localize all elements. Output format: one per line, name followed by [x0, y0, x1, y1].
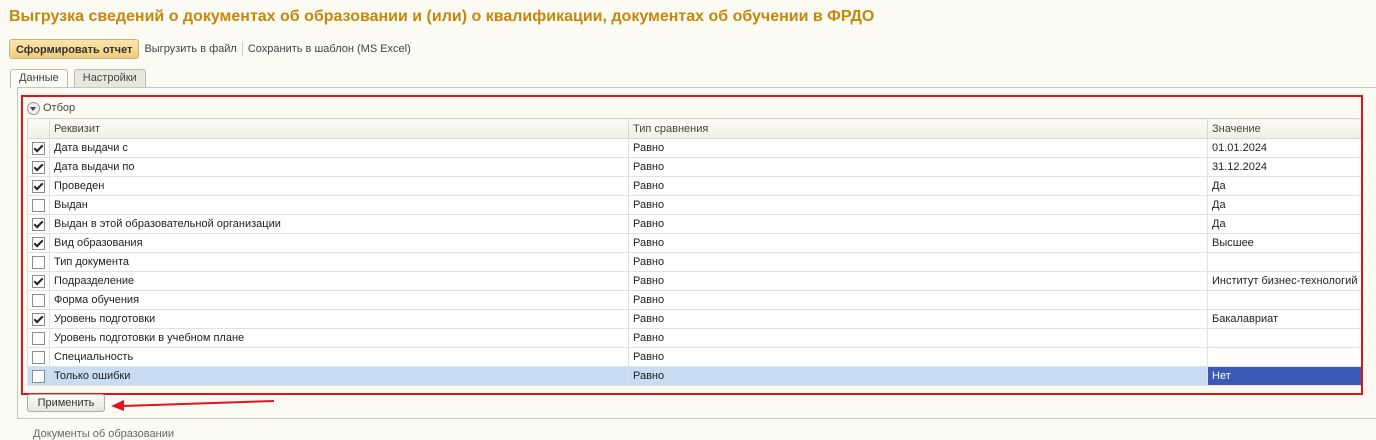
comparison-cell[interactable]: Равно [628, 328, 1208, 348]
value-cell[interactable]: Да [1207, 176, 1363, 196]
collapse-icon[interactable] [27, 101, 40, 115]
value-cell[interactable] [1207, 328, 1363, 348]
value-cell[interactable]: Институт бизнес-технологий [1207, 271, 1363, 291]
table-row[interactable]: Форма обучения Равно [27, 290, 1363, 310]
row-checkbox[interactable] [32, 198, 45, 212]
filter-title: Отбор [43, 102, 76, 114]
row-checkbox[interactable] [32, 141, 45, 155]
save-template-button[interactable]: Сохранить в шаблон (MS Excel) [243, 39, 416, 59]
comparison-cell[interactable]: Равно [628, 309, 1208, 329]
row-check-cell [27, 366, 50, 386]
row-check-cell [27, 138, 50, 158]
table-row[interactable]: Только ошибки Равно Нет [27, 366, 1363, 386]
row-check-cell [27, 309, 50, 329]
row-checkbox[interactable] [32, 293, 45, 307]
tab-data[interactable]: Данные [10, 69, 68, 88]
tab-settings[interactable]: Настройки [73, 69, 146, 87]
tab-bar: Данные Настройки [10, 69, 152, 88]
table-row[interactable]: Проведен Равно Да [27, 176, 1363, 196]
field-cell[interactable]: Дата выдачи по [49, 157, 629, 177]
row-checkbox[interactable] [32, 312, 45, 326]
row-check-cell [27, 176, 50, 196]
comparison-cell[interactable]: Равно [628, 347, 1208, 367]
value-cell[interactable]: Бакалавриат [1207, 309, 1363, 329]
field-cell[interactable]: Специальность [49, 347, 629, 367]
table-row[interactable]: Специальность Равно [27, 347, 1363, 367]
comparison-cell[interactable]: Равно [628, 195, 1208, 215]
arrow-left-icon [111, 400, 275, 411]
page-title: Выгрузка сведений о документах об образо… [9, 8, 875, 25]
value-cell[interactable]: Высшее [1207, 233, 1363, 253]
row-check-cell [27, 290, 50, 310]
generate-report-button[interactable]: Сформировать отчет [9, 39, 140, 59]
row-checkbox[interactable] [32, 274, 45, 288]
row-checkbox[interactable] [32, 255, 45, 269]
section-link[interactable]: Документы об образовании [33, 428, 174, 440]
column-header-comparison[interactable]: Тип сравнения [628, 118, 1208, 139]
table-row[interactable]: Дата выдачи с Равно 01.01.2024 [27, 138, 1363, 158]
row-check-cell [27, 252, 50, 272]
table-row[interactable]: Выдан в этой образовательной организации… [27, 214, 1363, 234]
table-row[interactable]: Выдан Равно Да [27, 195, 1363, 215]
field-cell[interactable]: Вид образования [49, 233, 629, 253]
field-cell[interactable]: Уровень подготовки [49, 309, 629, 329]
value-cell[interactable]: Да [1207, 214, 1363, 234]
toolbar: Сформировать отчет Выгрузить в файл Сохр… [9, 38, 416, 60]
row-checkbox[interactable] [32, 217, 45, 231]
table-row[interactable]: Подразделение Равно Институт бизнес-технол… [27, 271, 1363, 291]
filter-table: Реквизит Тип сравнения Значение Дата выд… [27, 118, 1363, 386]
comparison-cell[interactable]: Равно [628, 252, 1208, 272]
field-cell[interactable]: Подразделение [49, 271, 629, 291]
row-checkbox[interactable] [32, 160, 45, 174]
value-cell[interactable]: 31.12.2024 [1207, 157, 1363, 177]
filter-group-header[interactable]: Отбор [27, 100, 75, 116]
value-cell[interactable] [1207, 347, 1363, 367]
column-header-field[interactable]: Реквизит [49, 118, 629, 139]
field-cell[interactable]: Проведен [49, 176, 629, 196]
comparison-cell[interactable]: Равно [628, 233, 1208, 253]
field-cell[interactable]: Форма обучения [49, 290, 629, 310]
field-cell[interactable]: Выдан в этой образовательной организации [49, 214, 629, 234]
comparison-cell[interactable]: Равно [628, 290, 1208, 310]
column-header-check [27, 118, 50, 139]
row-check-cell [27, 157, 50, 177]
table-row[interactable]: Тип документа Равно [27, 252, 1363, 272]
table-row[interactable]: Уровень подготовки Равно Бакалавриат [27, 309, 1363, 329]
table-row[interactable]: Уровень подготовки в учебном плане Равно [27, 328, 1363, 348]
value-cell[interactable] [1207, 252, 1363, 272]
row-checkbox[interactable] [32, 350, 45, 364]
table-row[interactable]: Дата выдачи по Равно 31.12.2024 [27, 157, 1363, 177]
field-cell[interactable]: Выдан [49, 195, 629, 215]
row-check-cell [27, 195, 50, 215]
table-header-row: Реквизит Тип сравнения Значение [27, 118, 1363, 139]
row-check-cell [27, 233, 50, 253]
column-header-value[interactable]: Значение [1207, 118, 1363, 139]
comparison-cell[interactable]: Равно [628, 138, 1208, 158]
comparison-cell[interactable]: Равно [628, 157, 1208, 177]
field-cell[interactable]: Тип документа [49, 252, 629, 272]
value-cell[interactable]: Да [1207, 195, 1363, 215]
value-cell[interactable] [1207, 290, 1363, 310]
row-check-cell [27, 214, 50, 234]
comparison-cell[interactable]: Равно [628, 366, 1208, 386]
comparison-cell[interactable]: Равно [628, 271, 1208, 291]
field-cell[interactable]: Только ошибки [49, 366, 629, 386]
row-check-cell [27, 328, 50, 348]
row-checkbox[interactable] [32, 236, 45, 250]
value-cell[interactable]: 01.01.2024 [1207, 138, 1363, 158]
row-checkbox[interactable] [32, 369, 45, 383]
row-checkbox[interactable] [32, 179, 45, 193]
table-row[interactable]: Вид образования Равно Высшее [27, 233, 1363, 253]
comparison-cell[interactable]: Равно [628, 214, 1208, 234]
value-cell[interactable]: Нет [1207, 366, 1363, 386]
field-cell[interactable]: Уровень подготовки в учебном плане [49, 328, 629, 348]
filter-table-body: Дата выдачи с Равно 01.01.2024 Дата выдачи … [27, 138, 1363, 386]
comparison-cell[interactable]: Равно [628, 176, 1208, 196]
row-checkbox[interactable] [32, 331, 45, 345]
row-check-cell [27, 271, 50, 291]
export-file-button[interactable]: Выгрузить в файл [139, 39, 241, 59]
field-cell[interactable]: Дата выдачи с [49, 138, 629, 158]
apply-button[interactable]: Применить [27, 394, 105, 412]
row-check-cell [27, 347, 50, 367]
